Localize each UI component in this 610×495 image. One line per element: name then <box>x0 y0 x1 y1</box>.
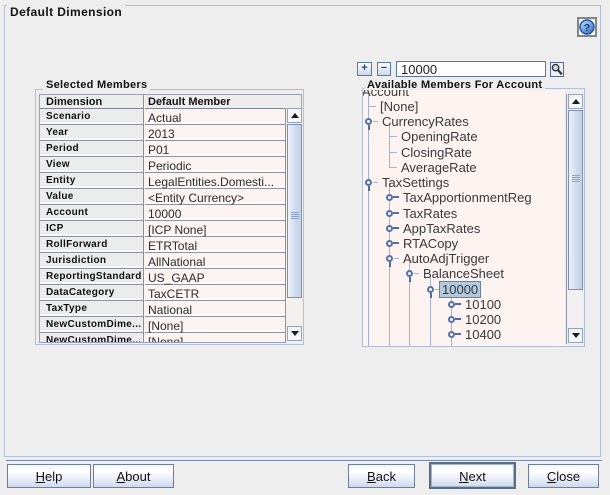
svg-text:?: ? <box>584 22 590 34</box>
